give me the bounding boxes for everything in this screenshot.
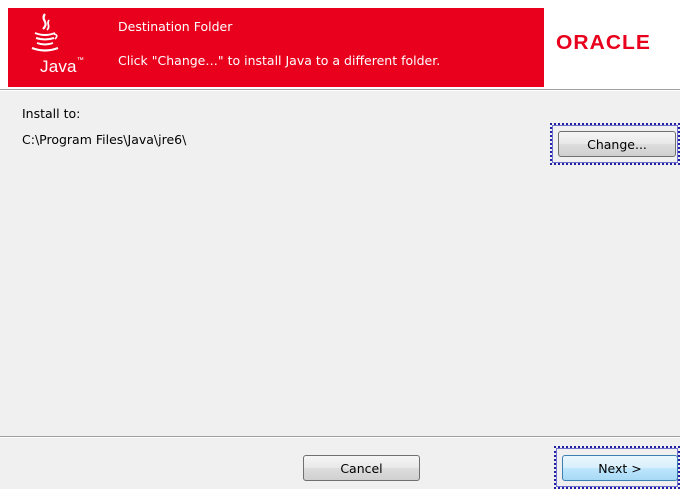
java-logo: Java™ [22, 8, 84, 87]
install-path-value: C:\Program Files\Java\jre6\ [22, 132, 187, 147]
cancel-button[interactable]: Cancel [303, 455, 420, 481]
next-button[interactable]: Next > [562, 455, 678, 481]
java-logo-text: Java™ [40, 57, 84, 76]
install-to-label: Install to: [22, 106, 81, 121]
oracle-logo: ORACLE [556, 32, 651, 54]
footer-divider-highlight [0, 437, 680, 438]
java-cup-icon [31, 13, 59, 52]
header-subtitle: Click "Change…" to install Java to a dif… [118, 53, 441, 68]
change-button[interactable]: Change... [558, 131, 676, 157]
header-title: Destination Folder [118, 19, 233, 34]
header-banner: Java™ Destination Folder Click "Change…"… [0, 0, 680, 89]
header-divider-highlight [0, 90, 680, 91]
header-red-panel: Java™ Destination Folder Click "Change…"… [8, 8, 544, 87]
installer-dialog: Java™ Destination Folder Click "Change…"… [0, 0, 680, 489]
